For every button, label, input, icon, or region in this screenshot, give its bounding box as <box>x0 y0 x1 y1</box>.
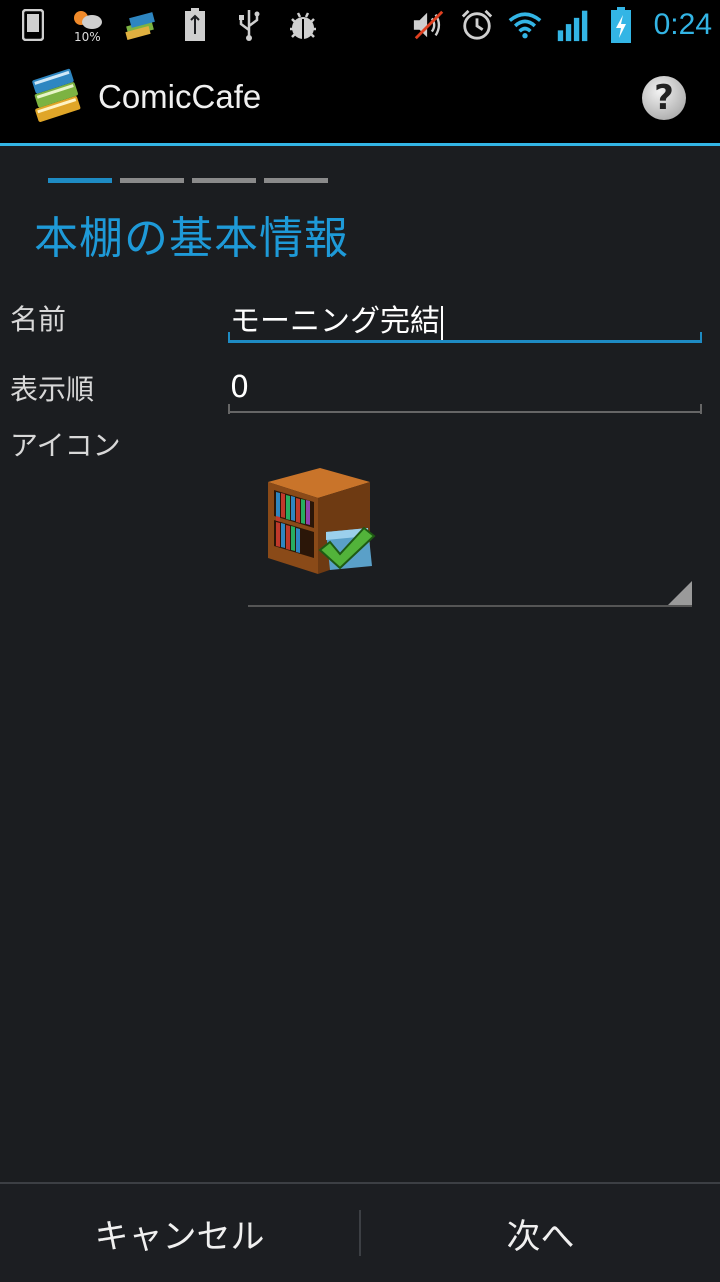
order-input[interactable]: 0 <box>228 362 702 416</box>
order-input-edge-left <box>228 404 230 414</box>
step-indicator-4 <box>264 178 328 183</box>
signal-icon <box>556 8 590 42</box>
app-logo-icon[interactable] <box>26 66 86 128</box>
battery-charging-icon <box>604 7 638 43</box>
step-indicator-1 <box>48 178 112 183</box>
debug-bug-icon <box>286 8 320 42</box>
order-input-edge-right <box>700 404 702 414</box>
bottom-button-bar: キャンセル 次へ <box>0 1182 720 1282</box>
name-input-edge-left <box>228 332 230 342</box>
status-bar: 10% 0:24 <box>0 0 720 50</box>
next-button[interactable]: 次へ <box>361 1184 720 1282</box>
help-button[interactable]: ? <box>642 76 686 120</box>
action-bar-divider <box>0 143 720 146</box>
cancel-button[interactable]: キャンセル <box>0 1184 359 1282</box>
status-time: 0:24 <box>653 8 712 41</box>
name-input[interactable]: モーニング完結 <box>228 290 702 346</box>
alarm-icon <box>460 8 494 42</box>
name-input-value: モーニング完結 <box>230 304 440 339</box>
battery-usb-icon <box>178 8 212 42</box>
wizard-step-indicator <box>48 178 328 183</box>
name-input-edge-right <box>700 332 702 342</box>
icon-picker-corner-indicator <box>668 581 692 605</box>
comiccafe-notification-icon <box>124 8 158 42</box>
step-indicator-3 <box>192 178 256 183</box>
icon-label: アイコン <box>10 429 121 462</box>
usb-icon <box>232 8 266 42</box>
mute-icon <box>412 8 446 42</box>
text-cursor <box>441 305 443 340</box>
bookshelf-icon <box>260 458 384 586</box>
wifi-icon <box>508 8 542 42</box>
section-title: 本棚の基本情報 <box>34 213 349 264</box>
action-bar: ComicCafe ? <box>0 50 720 144</box>
weather-temp: 10% <box>74 30 101 44</box>
phone-icon <box>16 8 50 42</box>
name-label: 名前 <box>10 303 67 336</box>
icon-picker[interactable] <box>248 450 692 607</box>
order-input-underline <box>228 411 702 413</box>
order-input-value: 0 <box>230 370 250 405</box>
name-input-underline <box>228 340 702 343</box>
icon-picker-underline <box>248 605 692 607</box>
order-label: 表示順 <box>10 373 95 406</box>
step-indicator-2 <box>120 178 184 183</box>
app-title: ComicCafe <box>98 78 262 115</box>
weather-icon: 10% <box>70 8 104 44</box>
